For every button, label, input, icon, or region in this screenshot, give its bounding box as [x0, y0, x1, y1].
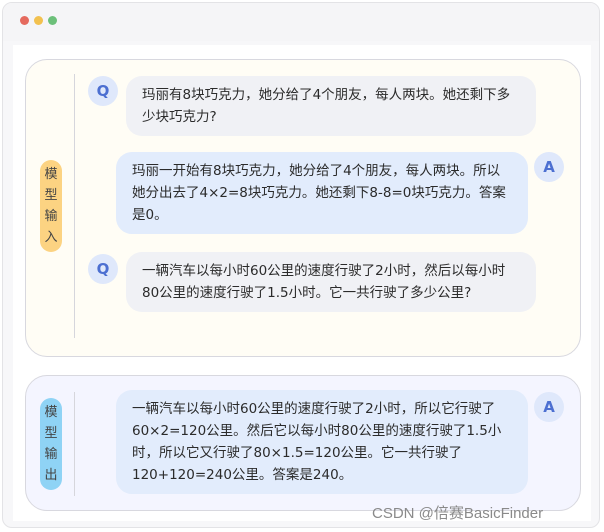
- close-window-dot[interactable]: [20, 16, 29, 25]
- question-avatar: Q: [88, 76, 118, 106]
- answer-avatar: A: [534, 392, 564, 422]
- maximize-window-dot[interactable]: [48, 16, 57, 25]
- input-divider-line: [74, 74, 75, 338]
- question-bubble: 玛丽有8块巧克力，她分给了4个朋友，每人两块。她还剩下多少块巧克力?: [126, 76, 536, 136]
- question-avatar: Q: [88, 254, 118, 284]
- title-bar: [3, 3, 599, 41]
- output-divider-line: [74, 392, 75, 496]
- content-area: 模 型 输 入 Q 玛丽有8块巧克力，她分给了4个朋友，每人两块。她还剩下多少块…: [13, 45, 591, 521]
- watermark-text: CSDN @倍赛BasicFinder: [372, 505, 544, 522]
- model-input-panel: 模 型 输 入 Q 玛丽有8块巧克力，她分给了4个朋友，每人两块。她还剩下多少块…: [25, 59, 581, 357]
- question-bubble: 一辆汽车以每小时60公里的速度行驶了2小时，然后以每小时80公里的速度行驶了1.…: [126, 252, 536, 312]
- model-output-panel: 模 型 输 出 一辆汽车以每小时60公里的速度行驶了2小时，所以它行驶了60×2…: [25, 375, 581, 511]
- model-output-label: 模 型 输 出: [40, 398, 62, 490]
- model-input-label: 模 型 输 入: [40, 160, 62, 252]
- answer-bubble: 玛丽一开始有8块巧克力，她分给了4个朋友，每人两块。所以她分出去了4×2=8块巧…: [116, 152, 528, 234]
- minimize-window-dot[interactable]: [34, 16, 43, 25]
- app-window: 模 型 输 入 Q 玛丽有8块巧克力，她分给了4个朋友，每人两块。她还剩下多少块…: [2, 2, 600, 528]
- answer-avatar: A: [534, 152, 564, 182]
- answer-bubble: 一辆汽车以每小时60公里的速度行驶了2小时，所以它行驶了60×2=120公里。然…: [116, 390, 528, 494]
